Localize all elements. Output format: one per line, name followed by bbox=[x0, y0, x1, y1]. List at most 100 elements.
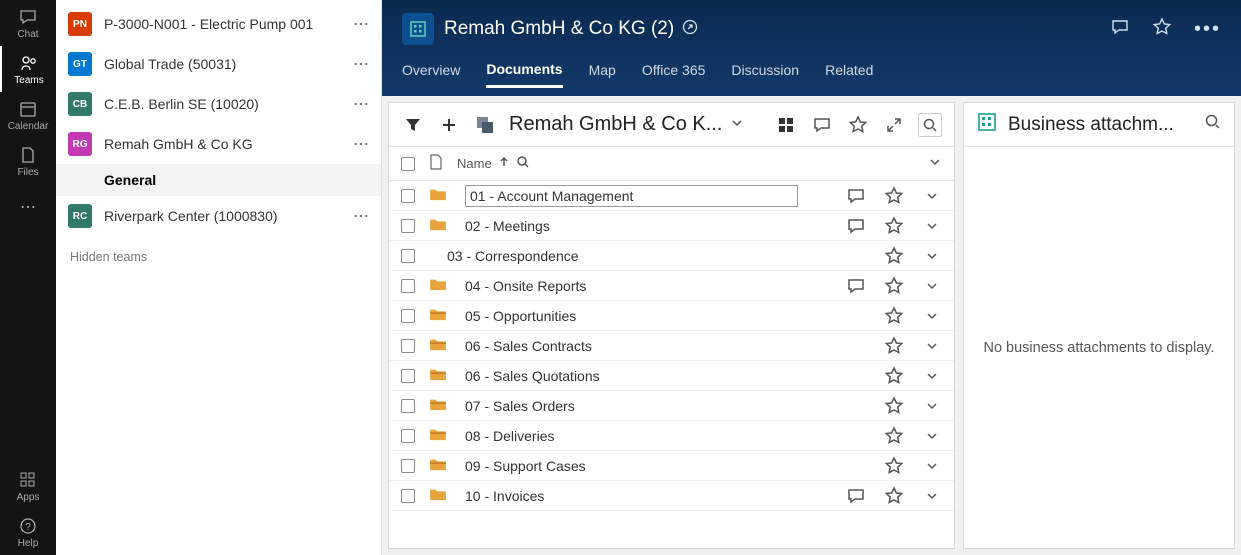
comment-icon[interactable] bbox=[810, 113, 834, 137]
row-checkbox[interactable] bbox=[401, 429, 415, 443]
header-chat-icon[interactable] bbox=[1110, 17, 1130, 42]
breadcrumb[interactable]: Remah GmbH & Co K... bbox=[509, 113, 722, 136]
name-column-header[interactable]: Name bbox=[457, 156, 492, 171]
row-menu-icon[interactable] bbox=[925, 249, 939, 263]
team-avatar: PN bbox=[68, 12, 92, 36]
row-menu-icon[interactable] bbox=[925, 219, 939, 233]
row-star-icon[interactable] bbox=[884, 336, 904, 356]
favorite-icon[interactable] bbox=[846, 113, 870, 137]
row-comment-icon[interactable] bbox=[846, 486, 866, 506]
team-channel-general[interactable]: General bbox=[56, 164, 381, 196]
team-row[interactable]: RG Remah GmbH & Co KG ⋯ bbox=[56, 124, 381, 164]
row-checkbox[interactable] bbox=[401, 189, 415, 203]
row-star-icon[interactable] bbox=[884, 396, 904, 416]
document-row[interactable]: 01 - Account Management bbox=[389, 181, 954, 211]
team-row[interactable]: GT Global Trade (50031) ⋯ bbox=[56, 44, 381, 84]
row-star-icon[interactable] bbox=[884, 276, 904, 296]
folder-icon bbox=[429, 337, 451, 354]
rail-help[interactable]: ? Help bbox=[0, 509, 56, 555]
team-more-icon[interactable]: ⋯ bbox=[353, 54, 369, 74]
document-row[interactable]: 10 - Invoices bbox=[389, 481, 954, 511]
expand-icon[interactable] bbox=[882, 113, 906, 137]
row-menu-icon[interactable] bbox=[925, 429, 939, 443]
row-comment-icon[interactable] bbox=[846, 186, 866, 206]
row-comment-icon[interactable] bbox=[846, 276, 866, 296]
row-star-icon[interactable] bbox=[884, 186, 904, 206]
tab-documents[interactable]: Documents bbox=[486, 53, 562, 88]
document-name: 02 - Meetings bbox=[465, 218, 798, 234]
select-all-checkbox[interactable] bbox=[401, 157, 415, 171]
row-checkbox[interactable] bbox=[401, 459, 415, 473]
attachments-search-icon[interactable] bbox=[1204, 113, 1222, 136]
rail-more[interactable]: ⋯ bbox=[0, 184, 56, 230]
page-title: Remah GmbH & Co KG (2) bbox=[444, 18, 674, 40]
row-checkbox[interactable] bbox=[401, 309, 415, 323]
team-more-icon[interactable]: ⋯ bbox=[353, 206, 369, 226]
row-star-icon[interactable] bbox=[884, 366, 904, 386]
document-row[interactable]: 06 - Sales Contracts bbox=[389, 331, 954, 361]
row-menu-icon[interactable] bbox=[925, 489, 939, 503]
rail-files[interactable]: Files bbox=[0, 138, 56, 184]
column-search-icon[interactable] bbox=[516, 155, 530, 172]
row-checkbox[interactable] bbox=[401, 339, 415, 353]
tab-overview[interactable]: Overview bbox=[402, 54, 460, 86]
document-row[interactable]: 03 - Correspondence bbox=[389, 241, 954, 271]
hidden-teams[interactable]: Hidden teams bbox=[56, 236, 381, 278]
document-row[interactable]: 05 - Opportunities bbox=[389, 301, 954, 331]
team-row[interactable]: RC Riverpark Center (1000830) ⋯ bbox=[56, 196, 381, 236]
row-checkbox[interactable] bbox=[401, 219, 415, 233]
grid-view-icon[interactable] bbox=[774, 113, 798, 137]
row-star-icon[interactable] bbox=[884, 426, 904, 446]
sort-asc-icon[interactable] bbox=[498, 156, 510, 171]
document-row[interactable]: 08 - Deliveries bbox=[389, 421, 954, 451]
row-star-icon[interactable] bbox=[884, 246, 904, 266]
row-comment-icon[interactable] bbox=[846, 216, 866, 236]
team-more-icon[interactable]: ⋯ bbox=[353, 14, 369, 34]
tab-map[interactable]: Map bbox=[589, 54, 616, 86]
row-menu-icon[interactable] bbox=[925, 309, 939, 323]
search-icon[interactable] bbox=[918, 113, 942, 137]
document-name: 06 - Sales Quotations bbox=[465, 368, 798, 384]
type-column-icon[interactable] bbox=[429, 154, 443, 173]
rail-apps[interactable]: Apps bbox=[0, 463, 56, 509]
tab-discussion[interactable]: Discussion bbox=[731, 54, 799, 86]
row-checkbox[interactable] bbox=[401, 249, 415, 263]
row-menu-icon[interactable] bbox=[925, 459, 939, 473]
row-star-icon[interactable] bbox=[884, 456, 904, 476]
team-row[interactable]: CB C.E.B. Berlin SE (10020) ⋯ bbox=[56, 84, 381, 124]
document-row[interactable]: 02 - Meetings bbox=[389, 211, 954, 241]
row-menu-icon[interactable] bbox=[925, 399, 939, 413]
row-star-icon[interactable] bbox=[884, 306, 904, 326]
document-row[interactable]: 04 - Onsite Reports bbox=[389, 271, 954, 301]
popout-icon[interactable] bbox=[682, 19, 698, 40]
rail-calendar[interactable]: Calendar bbox=[0, 92, 56, 138]
row-checkbox[interactable] bbox=[401, 279, 415, 293]
row-star-icon[interactable] bbox=[884, 216, 904, 236]
row-menu-icon[interactable] bbox=[925, 279, 939, 293]
rail-chat[interactable]: Chat bbox=[0, 0, 56, 46]
team-more-icon[interactable]: ⋯ bbox=[353, 94, 369, 114]
row-checkbox[interactable] bbox=[401, 489, 415, 503]
add-icon[interactable] bbox=[437, 113, 461, 137]
team-row[interactable]: PN P-3000-N001 - Electric Pump 001 ⋯ bbox=[56, 4, 381, 44]
document-row[interactable]: 06 - Sales Quotations bbox=[389, 361, 954, 391]
rail-teams[interactable]: Teams bbox=[0, 46, 56, 92]
header-more-icon[interactable]: ••• bbox=[1194, 18, 1221, 41]
tab-related[interactable]: Related bbox=[825, 54, 873, 86]
filter-icon[interactable] bbox=[401, 113, 425, 137]
row-menu-icon[interactable] bbox=[925, 339, 939, 353]
document-row[interactable]: 09 - Support Cases bbox=[389, 451, 954, 481]
row-menu-icon[interactable] bbox=[925, 189, 939, 203]
copy-icon[interactable] bbox=[473, 113, 497, 137]
document-row[interactable]: 07 - Sales Orders bbox=[389, 391, 954, 421]
tab-office-365[interactable]: Office 365 bbox=[642, 54, 706, 86]
column-menu-icon[interactable] bbox=[928, 155, 942, 172]
row-menu-icon[interactable] bbox=[925, 369, 939, 383]
row-star-icon[interactable] bbox=[884, 486, 904, 506]
row-checkbox[interactable] bbox=[401, 399, 415, 413]
team-more-icon[interactable]: ⋯ bbox=[353, 134, 369, 154]
breadcrumb-dropdown-icon[interactable] bbox=[730, 113, 744, 136]
header-star-icon[interactable] bbox=[1152, 17, 1172, 42]
document-name-input[interactable]: 01 - Account Management bbox=[465, 185, 798, 207]
row-checkbox[interactable] bbox=[401, 369, 415, 383]
